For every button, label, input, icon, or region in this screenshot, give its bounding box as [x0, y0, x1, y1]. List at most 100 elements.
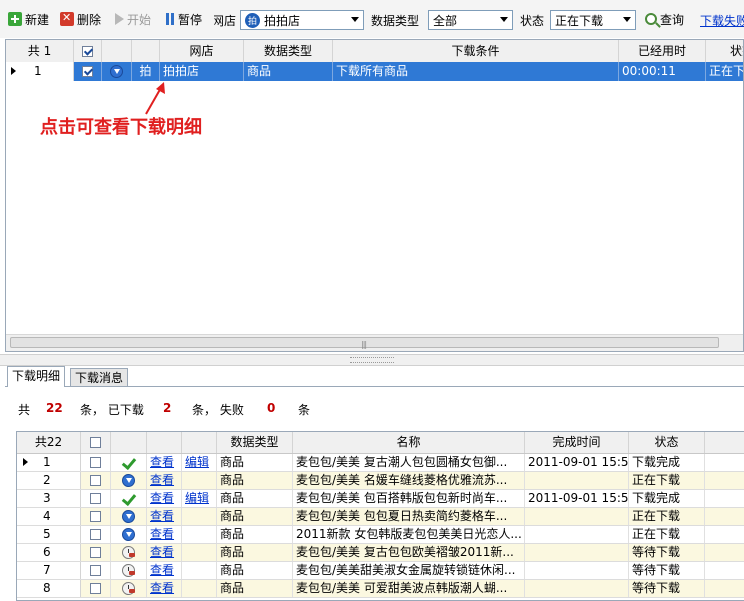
row-checkbox-cell[interactable]: [81, 562, 111, 579]
header-datatype[interactable]: 数据类型: [244, 40, 333, 62]
row-checkbox[interactable]: [90, 565, 101, 576]
row-indicator: 1: [17, 454, 81, 471]
downloading-icon: [122, 510, 135, 523]
downloading-icon: [122, 528, 135, 541]
view-link[interactable]: 查看: [150, 563, 174, 577]
view-link[interactable]: 查看: [150, 527, 174, 541]
row-condition: 下载所有商品: [333, 62, 619, 81]
new-button-label: 新建: [25, 12, 50, 27]
view-link[interactable]: 查看: [150, 491, 174, 505]
header-select-all[interactable]: [74, 40, 102, 62]
row-indicator: 5: [17, 526, 81, 543]
table-row[interactable]: 2 查看 商品 麦包包/美美 名媛车缝线菱格优雅流苏... 正在下载: [17, 472, 744, 490]
row-checkbox[interactable]: [90, 511, 101, 522]
status-select[interactable]: 正在下载: [550, 10, 636, 30]
new-button[interactable]: 新建: [8, 10, 49, 28]
row-checkbox[interactable]: [90, 475, 101, 486]
delete-button-label: 删除: [77, 12, 102, 27]
row-checkbox[interactable]: [90, 529, 101, 540]
header-select-all[interactable]: [81, 432, 111, 453]
row-finish-time: [525, 544, 629, 561]
row-edit-cell: [182, 562, 217, 579]
row-view-cell: 查看: [147, 526, 182, 543]
header-finish-time[interactable]: 完成时间: [525, 432, 629, 453]
start-button[interactable]: 开始: [115, 10, 151, 28]
horizontal-scrollbar[interactable]: |||: [6, 334, 743, 351]
detail-grid: 共22 数据类型 名称 完成时间 状态 1 查看 编辑 商品 麦包包/美美 复古潮人包包…: [16, 431, 744, 601]
row-number: 5: [43, 527, 51, 541]
row-checkbox-cell[interactable]: [81, 544, 111, 561]
shop-select[interactable]: 拍 拍拍店: [240, 10, 364, 30]
row-checkbox-cell[interactable]: [81, 454, 111, 471]
table-row[interactable]: 6 查看 商品 麦包包/美美 复古包包欧美褶皱2011新... 等待下载: [17, 544, 744, 562]
header-elapsed[interactable]: 已经用时: [619, 40, 706, 62]
row-name: 麦包包/美美 名媛车缝线菱格优雅流苏...: [293, 472, 525, 489]
row-edit-cell: [182, 544, 217, 561]
row-datatype: 商品: [217, 472, 293, 489]
row-checkbox-cell[interactable]: [81, 490, 111, 507]
row-checkbox-cell[interactable]: [81, 472, 111, 489]
scrollbar-thumb[interactable]: |||: [10, 337, 719, 349]
task-row[interactable]: 1 拍 拍拍店 商品 下载所有商品 00:00:11 正在下载: [6, 62, 743, 81]
row-finish-time: [525, 472, 629, 489]
delete-button[interactable]: 删除: [60, 10, 101, 28]
task-grid: 共 1 网店 数据类型 下载条件 已经用时 状态 1 拍 拍拍店 商品 下载所有…: [5, 39, 744, 352]
tab-download-messages[interactable]: 下载消息: [70, 368, 129, 386]
header-name[interactable]: 名称: [293, 432, 525, 453]
datatype-select[interactable]: 全部: [428, 10, 513, 30]
row-number: 3: [43, 491, 51, 505]
row-datatype: 商品: [244, 62, 333, 81]
row-state-cell: [111, 526, 147, 543]
row-checkbox-cell[interactable]: [81, 508, 111, 525]
row-status: 等待下载: [629, 544, 705, 561]
header-datatype[interactable]: 数据类型: [217, 432, 293, 453]
row-view-cell: 查看: [147, 490, 182, 507]
tab-download-detail[interactable]: 下载明细: [7, 366, 66, 387]
edit-link[interactable]: 编辑: [185, 455, 209, 469]
row-datatype: 商品: [217, 526, 293, 543]
datatype-filter-label: 数据类型: [371, 14, 420, 28]
view-link[interactable]: 查看: [150, 473, 174, 487]
row-name: 麦包包/美美 复古潮人包包圆桶女包御...: [293, 454, 525, 471]
view-link[interactable]: 查看: [150, 455, 174, 469]
annotation-text: 点击可查看下载明细: [40, 117, 202, 138]
panel-splitter[interactable]: [0, 354, 744, 366]
table-row[interactable]: 3 查看 编辑 商品 麦包包/美美 包百搭韩版包包新时尚车... 2011-09-01 1…: [17, 490, 744, 508]
view-link[interactable]: 查看: [150, 545, 174, 559]
pause-button[interactable]: 暂停: [165, 10, 202, 28]
row-checkbox[interactable]: [90, 583, 101, 594]
edit-link[interactable]: 编辑: [185, 491, 209, 505]
query-button[interactable]: 查询: [645, 10, 684, 28]
table-row[interactable]: 1 查看 编辑 商品 麦包包/美美 复古潮人包包圆桶女包御... 2011-09-01 1…: [17, 454, 744, 472]
select-all-checkbox[interactable]: [90, 437, 101, 448]
view-link[interactable]: 查看: [150, 509, 174, 523]
table-row[interactable]: 5 查看 商品 2011新款 女包韩版麦包包美美日光恋人... 正在下载: [17, 526, 744, 544]
row-checkbox[interactable]: [90, 547, 101, 558]
header-status[interactable]: 状态: [629, 432, 705, 453]
header-status[interactable]: 状态: [706, 40, 743, 62]
row-checkbox-cell[interactable]: [74, 62, 102, 81]
table-row[interactable]: 4 查看 商品 麦包包/美美 包包夏日热卖简约菱格车... 正在下载: [17, 508, 744, 526]
row-checkbox-cell[interactable]: [81, 580, 111, 597]
waiting-clock-icon: [122, 564, 135, 577]
row-datatype: 商品: [217, 490, 293, 507]
row-checkbox-cell[interactable]: [81, 526, 111, 543]
chevron-down-icon: [500, 17, 508, 22]
row-elapsed: 00:00:11: [619, 62, 706, 81]
downloading-icon: [110, 65, 123, 78]
download-failed-link[interactable]: 下载失败: [700, 12, 744, 29]
header-condition[interactable]: 下载条件: [333, 40, 619, 62]
row-checkbox[interactable]: [90, 493, 101, 504]
header-shop[interactable]: 网店: [160, 40, 244, 62]
toolbar: 新建 删除 开始 暂停 网店 拍 拍拍店 数据类型 全部 状态 正在下载 查询 …: [0, 0, 744, 38]
row-checkbox[interactable]: [90, 457, 101, 468]
table-row[interactable]: 8 查看 商品 麦包包/美美 可爱甜美波点韩版潮人蝴... 等待下载: [17, 580, 744, 598]
row-datatype: 商品: [217, 544, 293, 561]
view-link[interactable]: 查看: [150, 581, 174, 595]
row-edit-cell: [182, 580, 217, 597]
row-status: 正在下载: [629, 472, 705, 489]
table-row[interactable]: 7 查看 商品 麦包包/美美甜美淑女金属旋转锁链休闲... 等待下载: [17, 562, 744, 580]
row-indicator: 7: [17, 562, 81, 579]
select-all-checkbox[interactable]: [82, 46, 93, 57]
row-checkbox[interactable]: [82, 66, 93, 77]
